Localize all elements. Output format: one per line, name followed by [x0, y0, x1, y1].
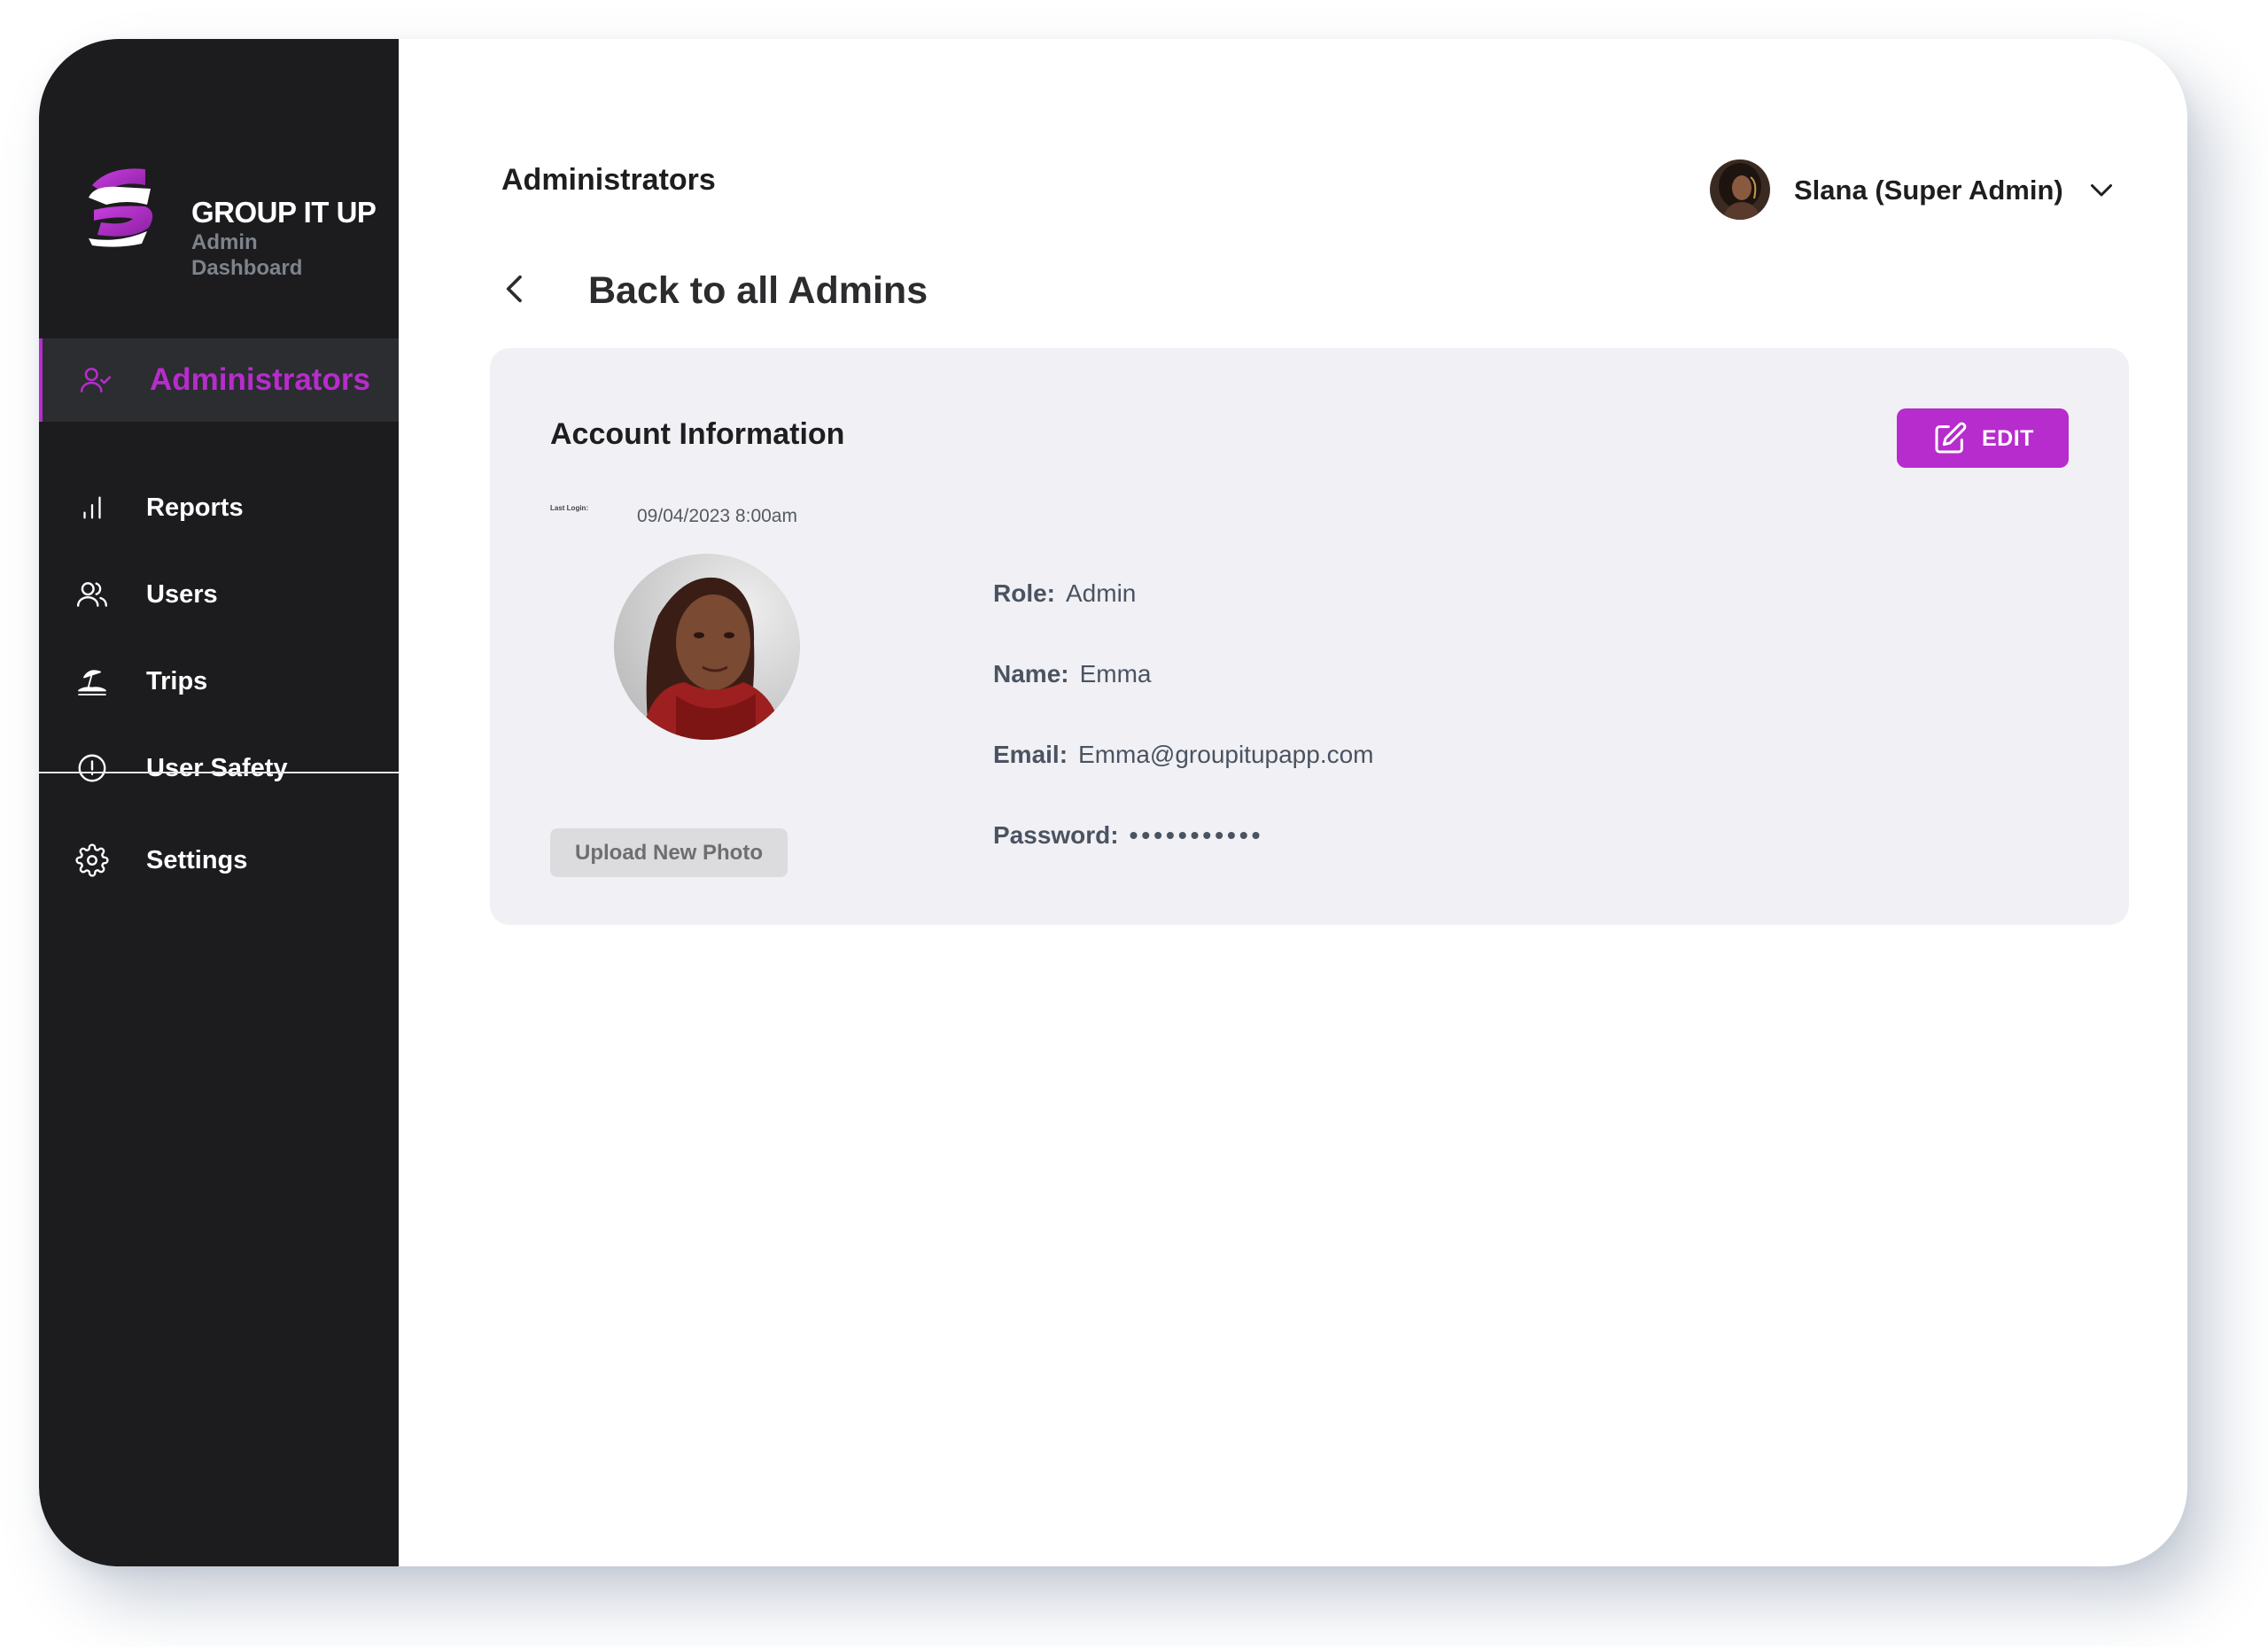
user-check-icon [78, 362, 113, 398]
brand-subtitle: Admin Dashboard [191, 230, 303, 280]
brand[interactable]: GROUP IT UP Admin Dashboard [83, 159, 384, 300]
bar-chart-icon [74, 490, 110, 525]
chevron-left-icon [506, 275, 522, 303]
sidebar-item-trips[interactable]: Trips [39, 640, 399, 723]
app-window: GROUP IT UP Admin Dashboard Administrato… [39, 39, 2187, 1566]
beach-umbrella-icon [74, 664, 110, 699]
email-value: Emma@groupitupapp.com [1078, 741, 1374, 768]
role-field: Role: Admin [993, 579, 1136, 608]
account-information-card: Account Information EDIT Last Login: 09/… [490, 348, 2129, 925]
gear-icon [74, 843, 110, 878]
edit-icon [1935, 422, 1967, 454]
alert-circle-icon [74, 750, 110, 786]
sidebar-item-label: Users [146, 579, 218, 609]
name-field: Name: Emma [993, 660, 1152, 688]
email-label: Email: [993, 741, 1068, 768]
avatar [1710, 159, 1770, 220]
sidebar-item-settings[interactable]: Settings [39, 819, 399, 902]
sidebar-item-label: Trips [146, 666, 208, 695]
chevron-down-icon [2091, 184, 2112, 197]
edit-button-label: EDIT [1982, 426, 2034, 451]
edit-button[interactable]: EDIT [1897, 408, 2069, 468]
name-value: Emma [1079, 660, 1152, 688]
password-field: Password: ••••••••••• [993, 821, 1263, 850]
sidebar-item-reports[interactable]: Reports [39, 466, 399, 549]
back-to-admins-link[interactable]: Back to all Admins [498, 260, 959, 317]
password-label: Password: [993, 821, 1119, 849]
sidebar-item-label: Administrators [150, 362, 370, 397]
user-menu[interactable]: Slana (Super Admin) [1710, 159, 2153, 223]
role-label: Role: [993, 579, 1055, 607]
sidebar-item-users[interactable]: Users [39, 553, 399, 636]
sidebar-item-user-safety[interactable]: User Safety [39, 726, 399, 810]
sidebar-item-administrators[interactable]: Administrators [39, 338, 399, 422]
upload-new-photo-button[interactable]: Upload New Photo [550, 828, 788, 877]
group-it-up-logo [89, 168, 153, 247]
password-value: ••••••••••• [1129, 821, 1264, 849]
sidebar-item-label: Settings [146, 845, 248, 874]
page-title: Administrators [501, 163, 716, 197]
user-name: Slana (Super Admin) [1794, 175, 2063, 206]
profile-photo [614, 554, 800, 740]
role-value: Admin [1066, 579, 1137, 607]
name-label: Name: [993, 660, 1069, 688]
email-field: Email: Emma@groupitupapp.com [993, 741, 1374, 769]
sidebar: GROUP IT UP Admin Dashboard Administrato… [39, 39, 399, 1566]
sidebar-item-label: Reports [146, 493, 244, 522]
users-icon [74, 577, 110, 612]
last-login-value: 09/04/2023 8:00am [637, 506, 797, 526]
sidebar-divider [39, 772, 399, 773]
brand-title: GROUP IT UP [191, 196, 377, 229]
last-login-label: Last Login: [550, 504, 589, 512]
back-link-label: Back to all Admins [588, 269, 928, 312]
card-title: Account Information [550, 417, 845, 451]
sidebar-item-label: User Safety [146, 753, 288, 782]
